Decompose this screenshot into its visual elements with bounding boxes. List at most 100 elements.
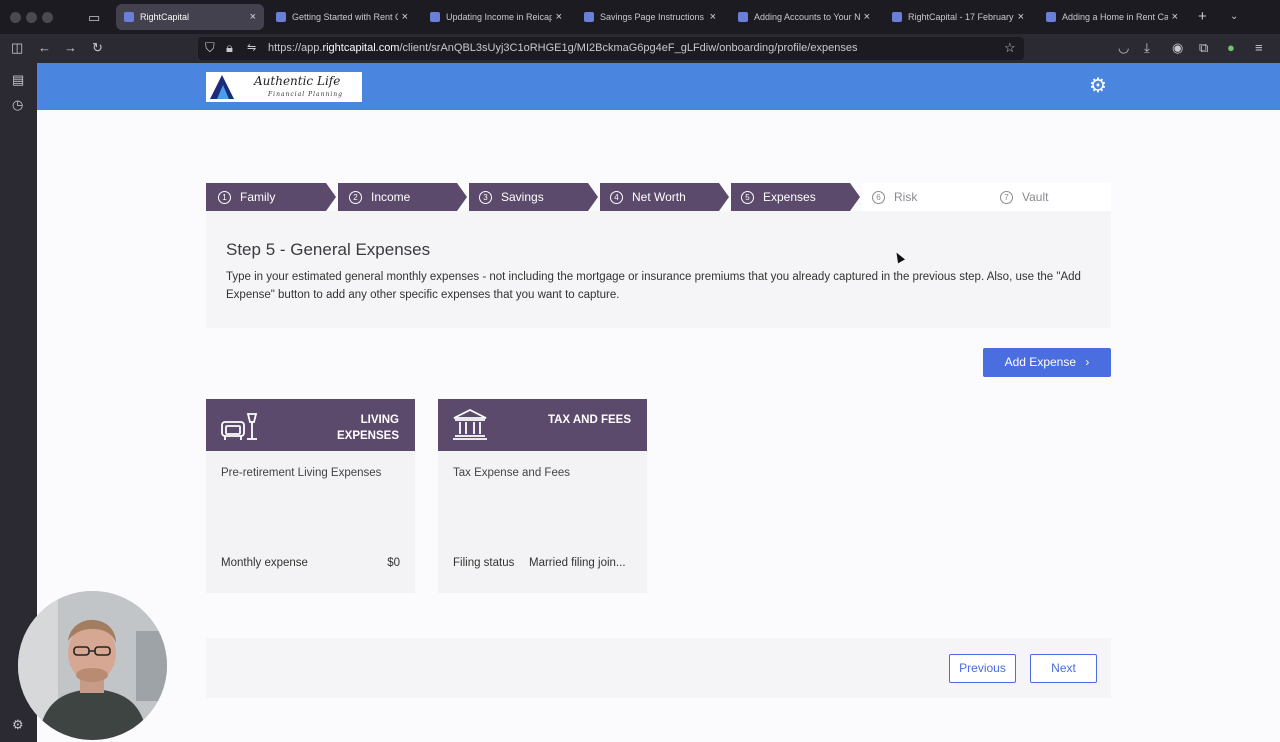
- webcam-overlay: [18, 591, 167, 740]
- browser-tab[interactable]: RightCapital ×: [116, 4, 264, 30]
- new-tab-button[interactable]: +: [1198, 9, 1207, 25]
- sidebar-toggle-icon[interactable]: ◫: [11, 40, 23, 56]
- add-expense-label: Add Expense: [1004, 355, 1077, 369]
- menu-icon[interactable]: ≡: [1255, 40, 1263, 56]
- step-expenses[interactable]: 5 Expenses: [731, 183, 850, 211]
- add-expense-button[interactable]: Add Expense ›: [983, 348, 1111, 377]
- logo-mark-accent-icon: [217, 85, 229, 99]
- bookmark-star-icon[interactable]: ☆: [1004, 40, 1016, 56]
- card-description: Tax Expense and Fees: [453, 467, 570, 479]
- footer-nav: Previous Next: [206, 638, 1111, 698]
- account-icon[interactable]: ◉: [1172, 40, 1183, 56]
- forward-icon[interactable]: →: [64, 40, 77, 56]
- window-zoom-dot[interactable]: [42, 12, 53, 23]
- card-title: TAX AND FEES: [548, 412, 631, 428]
- sidebar-bookmarks-icon[interactable]: ▤: [12, 72, 24, 88]
- living-expenses-card[interactable]: LIVING EXPENSES Pre-retirement Living Ex…: [206, 399, 415, 593]
- step-arrow: [588, 183, 598, 211]
- instructions-text: Type in your estimated general monthly e…: [226, 271, 1081, 301]
- tab-list-chevron-icon[interactable]: ⌄: [1230, 9, 1238, 25]
- tax-and-fees-card[interactable]: TAX AND FEES Tax Expense and Fees Filing…: [438, 399, 647, 593]
- extensions-icon[interactable]: ⧉: [1199, 40, 1208, 56]
- tab-overview-icon[interactable]: ▭: [88, 10, 100, 26]
- card-field-value: Married filing join...: [529, 557, 626, 569]
- download-icon[interactable]: ⤓: [1144, 40, 1150, 56]
- chevron-right-icon: ›: [1085, 355, 1090, 369]
- previous-button[interactable]: Previous: [949, 654, 1016, 683]
- close-icon[interactable]: ×: [556, 11, 562, 23]
- step-number: 4: [610, 190, 623, 204]
- close-icon[interactable]: ×: [710, 11, 716, 23]
- address-bar[interactable]: https://app.rightcapital.com/client/srAn…: [198, 37, 1024, 60]
- browser-tab[interactable]: Adding Accounts to Your Ne ×: [730, 4, 878, 30]
- step-arrow: [850, 183, 860, 211]
- card-header: TAX AND FEES: [438, 399, 647, 451]
- browser-tab[interactable]: Savings Page Instructions ×: [576, 4, 724, 30]
- browser-tab[interactable]: Updating Income in Reicapit ×: [422, 4, 570, 30]
- step-number: 6: [872, 190, 885, 204]
- card-field-label: Monthly expense: [221, 557, 308, 569]
- step-label: Net Worth: [632, 190, 686, 204]
- browser-tab[interactable]: Adding a Home in Rent Capit ×: [1038, 4, 1186, 30]
- step-arrow: [457, 183, 467, 211]
- rightcapital-favicon-icon: [124, 12, 134, 22]
- sidebar-settings-icon[interactable]: ⚙: [12, 717, 24, 733]
- page-favicon-icon: [892, 12, 902, 22]
- next-button[interactable]: Next: [1030, 654, 1097, 683]
- settings-gear-icon[interactable]: ⚙: [1089, 76, 1107, 96]
- step-label: Income: [371, 190, 411, 204]
- reload-icon[interactable]: ↻: [92, 40, 103, 56]
- url-path: /client/srAnQBL3sUyj3C1oRHGE1g/MI2BckmaG…: [399, 42, 858, 54]
- step-number: 3: [479, 190, 492, 204]
- logo-name: Authentic Life: [254, 74, 341, 88]
- sofa-lamp-icon: [220, 408, 260, 449]
- step-number: 1: [218, 190, 231, 204]
- card-header: LIVING EXPENSES: [206, 399, 415, 451]
- close-icon[interactable]: ×: [250, 11, 256, 23]
- app-header: Authentic Life Financial Planning ⚙: [37, 63, 1280, 110]
- card-field-label: Filing status: [453, 557, 515, 569]
- logo[interactable]: Authentic Life Financial Planning: [206, 72, 362, 102]
- step-number: 5: [741, 190, 754, 204]
- window-minimize-dot[interactable]: [26, 12, 37, 23]
- step-arrow: [719, 183, 729, 211]
- url-domain: rightcapital.com: [322, 42, 400, 54]
- page-favicon-icon: [738, 12, 748, 22]
- close-icon[interactable]: ×: [864, 11, 870, 23]
- step-label: Expenses: [763, 190, 816, 204]
- step-label: Vault: [1022, 190, 1049, 204]
- close-icon[interactable]: ×: [402, 11, 408, 23]
- step-net-worth[interactable]: 4 Net Worth: [600, 183, 719, 211]
- step-savings[interactable]: 3 Savings: [469, 183, 588, 211]
- step-family[interactable]: 1 Family: [206, 183, 326, 211]
- shield-icon[interactable]: ⛉: [205, 40, 215, 56]
- url-prefix: https://app.: [268, 42, 323, 54]
- card-title-line: EXPENSES: [337, 430, 399, 442]
- browser-tab-bar: ▭ RightCapital × Getting Started with Re…: [0, 0, 1280, 34]
- card-field-value: $0: [387, 557, 400, 569]
- history-clock-icon[interactable]: ◷: [12, 97, 23, 113]
- step-label: Risk: [894, 190, 918, 204]
- step-risk[interactable]: 6 Risk: [862, 183, 986, 211]
- step-income[interactable]: 2 Income: [338, 183, 457, 211]
- card-title-line: TAX AND FEES: [547, 414, 631, 426]
- pocket-icon[interactable]: ◡: [1118, 40, 1129, 56]
- close-icon[interactable]: ×: [1018, 11, 1024, 23]
- browser-tab[interactable]: RightCapital - 17 February 2 ×: [884, 4, 1032, 30]
- step-label: Savings: [501, 190, 544, 204]
- window-close-dot[interactable]: [10, 12, 21, 23]
- step-vault[interactable]: 7 Vault: [986, 183, 1111, 211]
- bank-building-icon: [452, 408, 488, 447]
- lock-icon[interactable]: 🔒︎: [226, 40, 233, 56]
- back-icon[interactable]: ←: [38, 40, 51, 56]
- card-title-line: LIVING: [360, 414, 399, 426]
- card-title: LIVING EXPENSES: [337, 412, 399, 444]
- close-icon[interactable]: ×: [1172, 11, 1178, 23]
- browser-tab[interactable]: Getting Started with Rent C ×: [268, 4, 416, 30]
- card-description: Pre-retirement Living Expenses: [221, 467, 382, 479]
- browser-nav-bar: ◫ ← → ↻ https://app.rightcapital.com/cli…: [0, 34, 1280, 63]
- extension-icon[interactable]: ●: [1227, 40, 1235, 56]
- page-title: Step 5 - General Expenses: [226, 240, 431, 259]
- step-number: 7: [1000, 190, 1013, 204]
- permissions-icon[interactable]: ⇋: [247, 40, 256, 56]
